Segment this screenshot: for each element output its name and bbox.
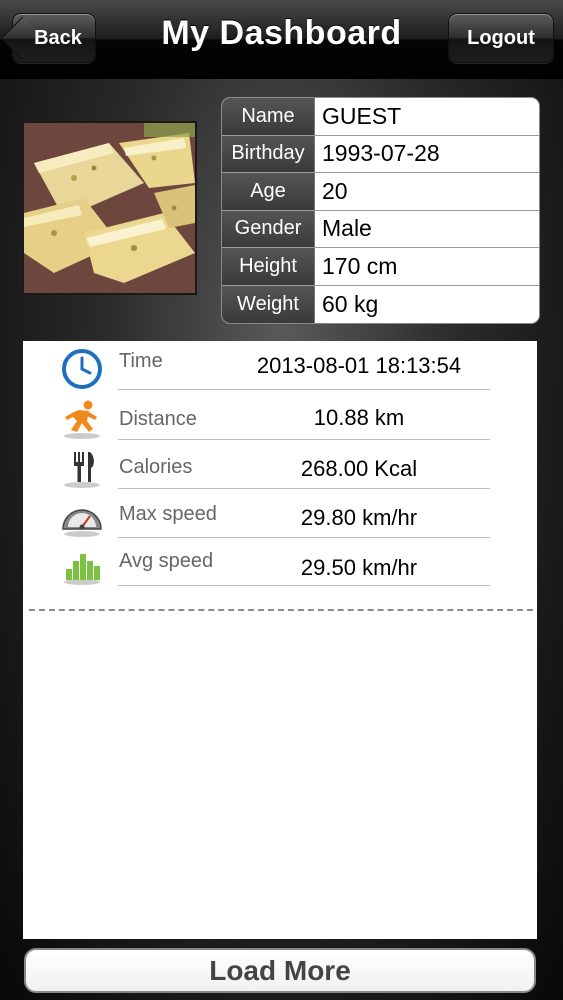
profile-row-birthday: Birthday 1993-07-28 (222, 135, 539, 173)
dashboard-screen: Back My Dashboard Logout Name GUEST Birt… (0, 0, 563, 1000)
stat-label: Time (119, 350, 163, 372)
profile-label: Weight (222, 285, 315, 323)
profile-value: Male (322, 215, 372, 242)
stat-label: Distance (119, 408, 197, 430)
stat-value: 2013-08-01 18:13:54 (256, 353, 462, 378)
profile-label: Name (222, 98, 315, 135)
profile-value: GUEST (322, 102, 402, 129)
profile-label: Age (222, 173, 315, 210)
stat-value: 29.50 km/hr (300, 555, 418, 580)
clock-icon (62, 349, 102, 389)
stat-value: 29.80 km/hr (300, 505, 418, 530)
load-more-label: Load More (209, 954, 351, 986)
stat-row-calories: Calories 268.00 Kcal (23, 440, 537, 489)
stat-label: Calories (119, 456, 193, 478)
profile-row-age: Age 20 (222, 173, 539, 211)
dashed-separator (29, 609, 533, 611)
stat-label: Max speed (119, 503, 217, 525)
profile-row-height: Height 170 cm (222, 248, 539, 286)
stat-row-time: Time 2013-08-01 18:13:54 (23, 341, 537, 390)
stat-row-distance: Distance 10.88 km (23, 391, 537, 440)
garlic-bread-photo (24, 123, 195, 293)
stat-label: Avg speed (119, 550, 214, 572)
profile-value: 170 cm (322, 252, 398, 279)
stat-value: 10.88 km (313, 405, 405, 430)
profile-photo (22, 121, 197, 295)
profile-label: Birthday (222, 135, 315, 172)
back-button-label: Back (34, 26, 82, 49)
load-more-button[interactable]: Load More (24, 948, 536, 993)
profile-value: 20 (322, 177, 348, 204)
speedometer-icon (62, 509, 102, 537)
stat-row-avg-speed: Avg speed 29.50 km/hr (23, 537, 537, 586)
profile-label: Gender (222, 210, 315, 247)
profile-row-weight: Weight 60 kg (222, 285, 539, 323)
divider (118, 585, 490, 586)
divider (118, 389, 490, 390)
stat-row-max-speed: Max speed 29.80 km/hr (23, 489, 537, 538)
nav-bar: Back My Dashboard Logout (0, 0, 563, 79)
activity-stats-panel: Time 2013-08-01 18:13:54 Distance 10.88 … (23, 341, 537, 939)
profile-info-table: Name GUEST Birthday 1993-07-28 Age 20 Ge… (221, 97, 540, 324)
logout-button[interactable]: Logout (448, 13, 554, 63)
profile-value: 60 kg (322, 290, 379, 317)
stat-value: 268.00 Kcal (300, 456, 418, 481)
profile-label: Height (222, 248, 315, 285)
runner-icon (64, 400, 100, 439)
profile-row-gender: Gender Male (222, 210, 539, 248)
bar-chart-icon (64, 554, 100, 585)
profile-value: 1993-07-28 (322, 140, 440, 167)
back-button[interactable]: Back (12, 13, 96, 63)
profile-row-name: Name GUEST (222, 98, 539, 136)
logout-button-label: Logout (467, 26, 535, 49)
fork-knife-icon (64, 452, 100, 488)
